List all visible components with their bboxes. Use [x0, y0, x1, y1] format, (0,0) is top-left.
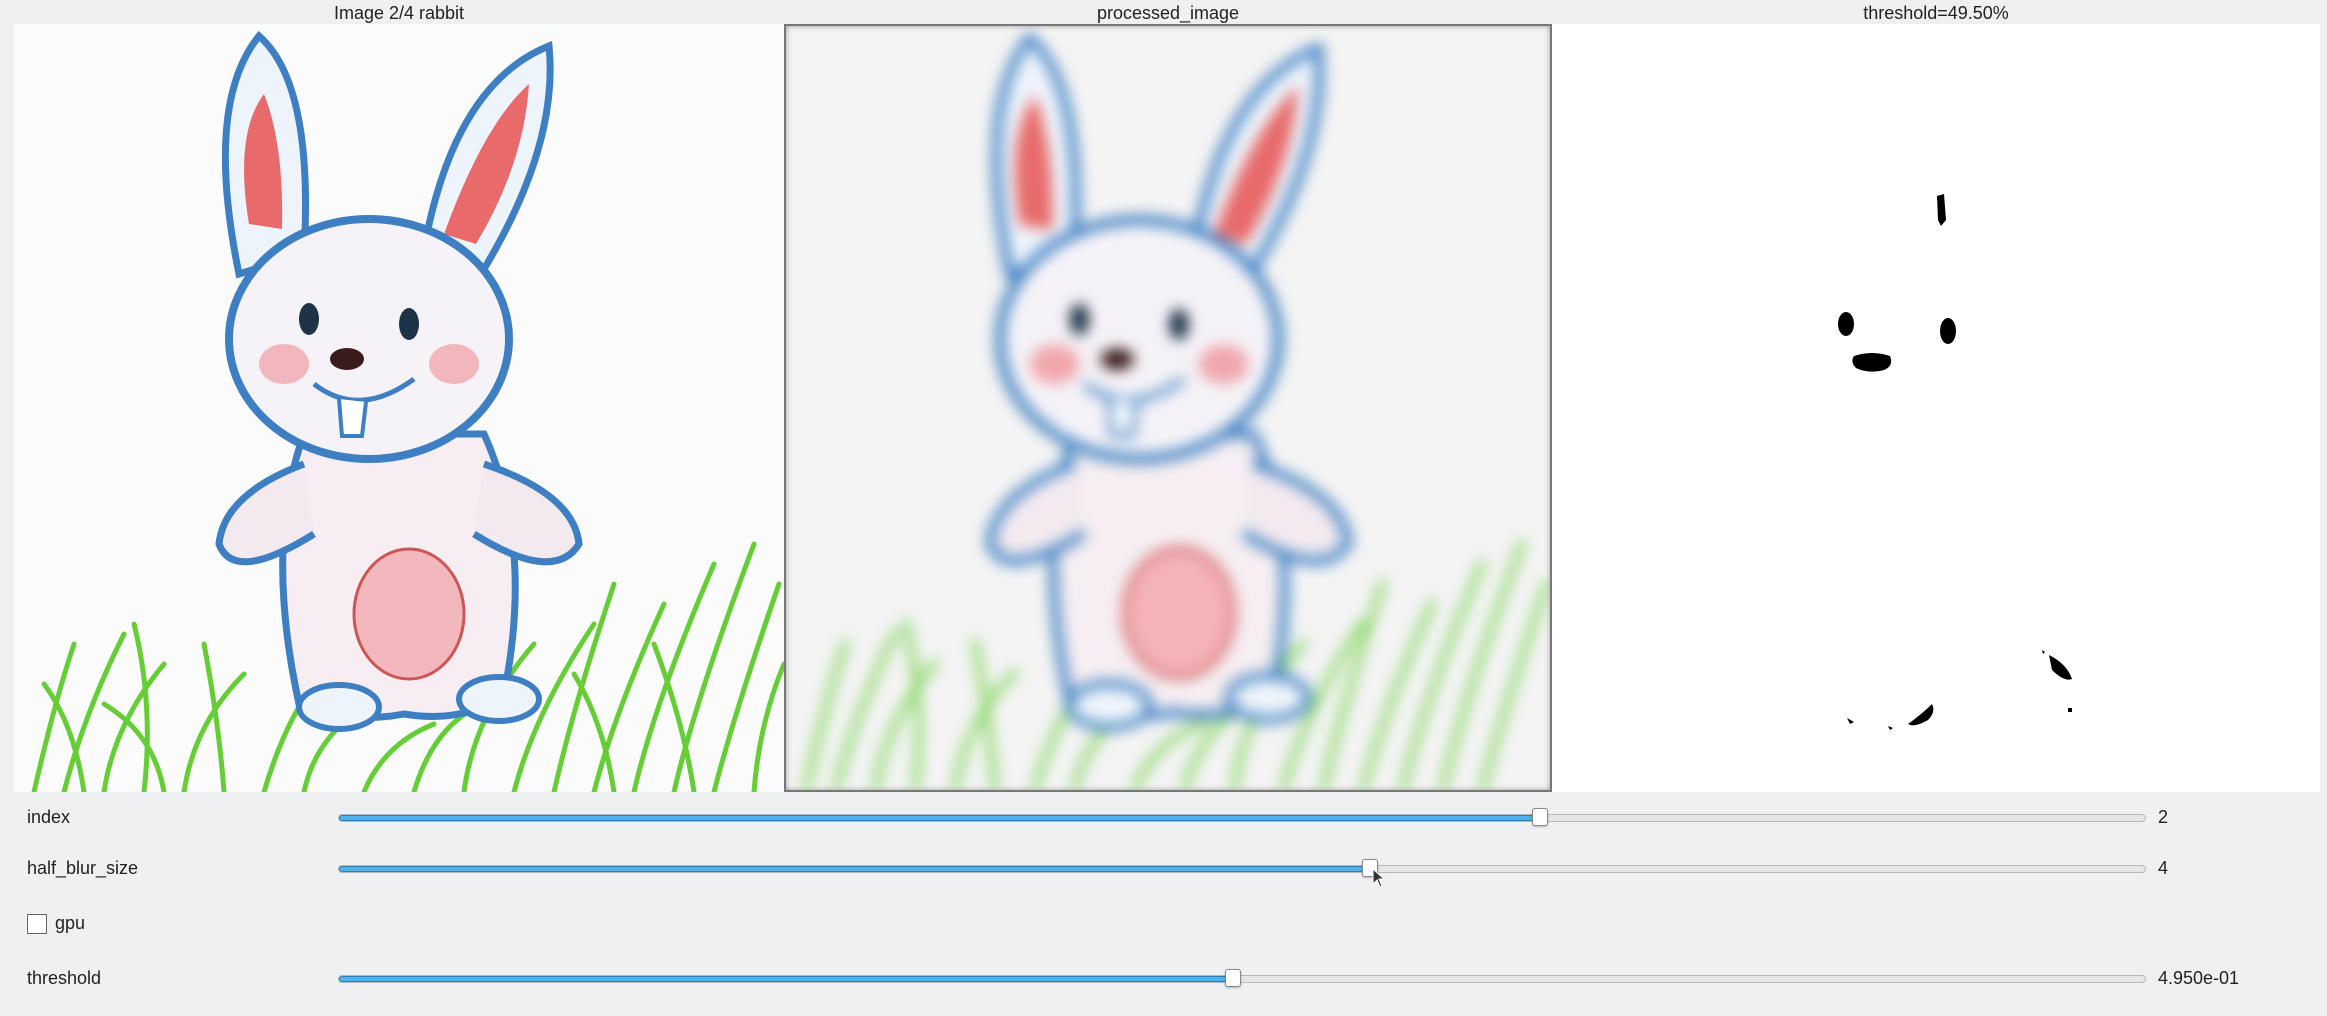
threshold-slider-fill: [339, 976, 1233, 982]
threshold-slider-handle[interactable]: [1224, 969, 1241, 987]
rabbit-drawing-blurred: [802, 31, 1550, 790]
index-slider[interactable]: [338, 808, 2146, 826]
threshold-mask-image: [1552, 24, 2320, 792]
rabbit-drawing: [31, 30, 784, 792]
half-blur-size-slider-fill: [339, 866, 1371, 872]
processed-image: [784, 24, 1552, 792]
gpu-checkbox[interactable]: [27, 914, 47, 934]
half-blur-size-value: 4: [2158, 858, 2169, 878]
panel-title-original: Image 2/4 rabbit: [333, 3, 465, 23]
index-slider-handle[interactable]: [1531, 808, 1548, 826]
half-blur-size-label: half_blur_size: [27, 858, 139, 878]
threshold-value: 4.950e-01: [2158, 968, 2240, 988]
index-slider-fill: [339, 815, 1540, 821]
threshold-slider[interactable]: [338, 969, 2146, 987]
threshold-label: threshold: [27, 968, 102, 988]
panel-title-processed: processed_image: [1096, 3, 1240, 23]
index-value: 2: [2158, 807, 2169, 827]
threshold-mask: [1552, 24, 2320, 792]
index-label: index: [27, 807, 71, 827]
half-blur-size-slider[interactable]: [338, 859, 2146, 877]
gpu-label: gpu: [55, 913, 86, 933]
mouse-cursor-icon: [1372, 868, 1386, 888]
original-image: [14, 24, 784, 792]
panel-title-threshold: threshold=49.50%: [1863, 3, 2009, 23]
